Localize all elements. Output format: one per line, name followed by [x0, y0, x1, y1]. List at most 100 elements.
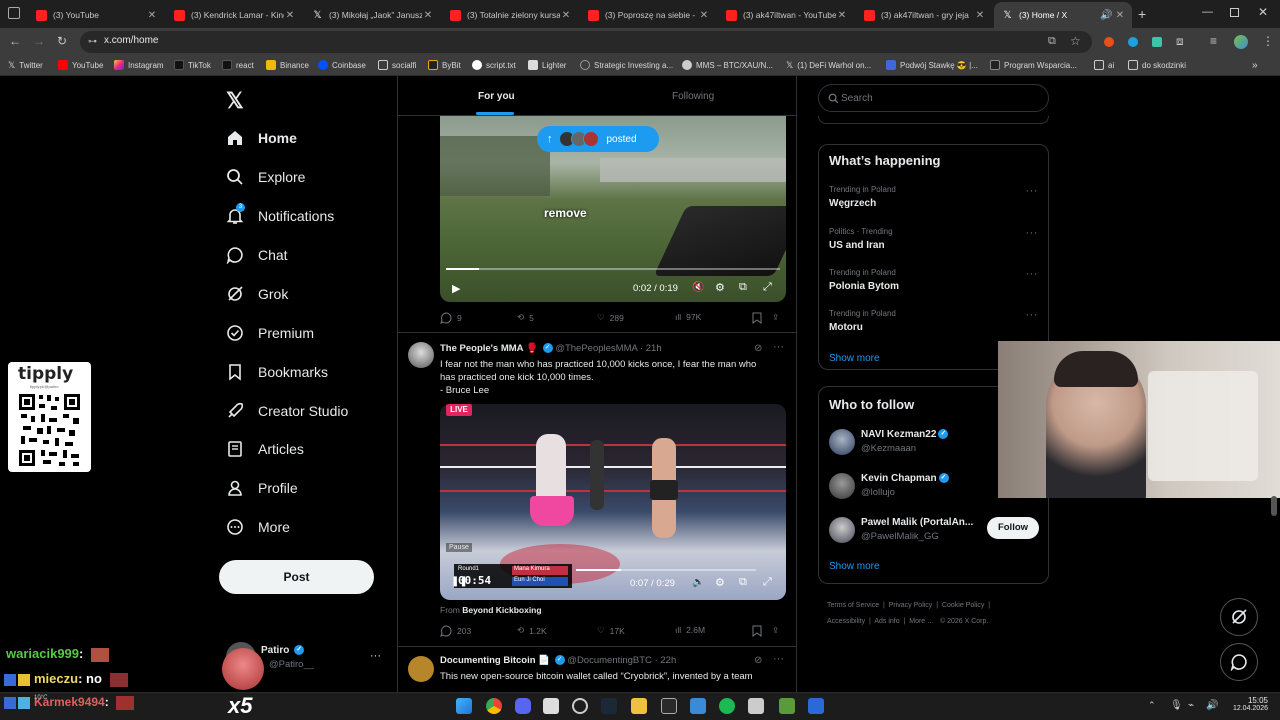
spotify-icon[interactable]	[719, 698, 735, 714]
minimize-icon[interactable]: —	[1202, 6, 1213, 18]
grok-floating-button[interactable]	[1220, 598, 1258, 636]
back-icon[interactable]: ←	[9, 34, 21, 48]
mute-icon[interactable]: 🔇	[692, 282, 704, 293]
bookmark-item[interactable]: Binance	[266, 60, 309, 70]
video-progress-track[interactable]	[576, 569, 756, 571]
bookmark-item[interactable]: ByBit	[428, 60, 461, 70]
window-close-icon[interactable]: ✕	[1258, 5, 1268, 19]
views-button[interactable]: ıll 97K	[675, 312, 701, 322]
browser-tab[interactable]: (3) Kendrick Lamar - King ✕	[166, 4, 302, 26]
show-more-link[interactable]: Show more	[829, 561, 880, 572]
search-box[interactable]: Search	[818, 84, 1049, 112]
tab-for-you[interactable]: For you	[478, 91, 515, 102]
close-icon[interactable]: ✕	[698, 10, 710, 21]
app-icon[interactable]	[690, 698, 706, 714]
chat-floating-button[interactable]	[1220, 643, 1258, 681]
steam-icon[interactable]	[601, 698, 617, 714]
new-posts-pill[interactable]: ↑ posted	[537, 126, 659, 152]
post-button[interactable]: Post	[219, 560, 374, 594]
bookmark-star-icon[interactable]: ☆	[1070, 34, 1081, 48]
browser-tab[interactable]: (3) ak47iltwan - YouTube ✕	[718, 4, 854, 26]
tweet-video-player[interactable]: LIVE Pause Round1 00:54 Mana Kimura Eun …	[440, 404, 786, 600]
tweet-more-icon[interactable]: ···	[773, 341, 784, 353]
bookmark-button[interactable]	[752, 625, 767, 637]
footer-link[interactable]: Terms of Service	[827, 602, 879, 609]
settings-gear-icon[interactable]: ⚙	[715, 281, 725, 294]
discord-icon[interactable]	[515, 698, 531, 714]
tweet-author-name[interactable]: The People's MMA	[440, 343, 524, 354]
repost-button[interactable]: ⟲ 5	[517, 312, 534, 323]
nav-profile[interactable]: Profile	[226, 475, 298, 501]
extensions-puzzle-icon[interactable]: ⧈	[1176, 34, 1184, 48]
follow-button[interactable]: Follow	[987, 517, 1039, 539]
nav-more[interactable]: More	[226, 514, 290, 540]
bookmark-item[interactable]: Podwój Stawkę 😎 |...	[886, 60, 978, 70]
footer-link[interactable]: More …	[909, 618, 934, 625]
close-icon[interactable]: ✕	[284, 10, 296, 21]
forward-icon[interactable]: →	[33, 34, 45, 48]
menu-icon[interactable]: ⋮	[1262, 34, 1274, 48]
play-icon[interactable]: ▶	[452, 282, 460, 295]
volume-icon[interactable]: 🔈	[692, 577, 704, 588]
trend-more-icon[interactable]: ···	[1026, 268, 1039, 280]
source-link[interactable]: Beyond Kickboxing	[462, 605, 541, 615]
trend-item[interactable]: Politics · Trending US and Iran ···	[819, 225, 1048, 265]
reply-button[interactable]: 9	[440, 312, 462, 324]
nav-home[interactable]: Home	[226, 125, 297, 151]
nav-articles[interactable]: Articles	[226, 436, 304, 462]
tweet-more-icon[interactable]: ···	[773, 653, 784, 665]
network-icon[interactable]: ⌁	[1188, 700, 1194, 711]
volume-icon[interactable]: 🔊	[1206, 700, 1218, 711]
trend-item[interactable]: Trending in Poland Polonia Bytom ···	[819, 266, 1048, 306]
browser-tab[interactable]: 𝕏 (3) Mikołaj „Jaok” Janusz ✕	[304, 4, 440, 26]
chrome-icon[interactable]	[486, 698, 502, 714]
tab-following[interactable]: Following	[672, 91, 714, 102]
browser-tab-active[interactable]: 𝕏 (3) Home / X 🔊 ✕	[994, 2, 1132, 28]
app-icon[interactable]	[543, 698, 559, 714]
follow-suggestion[interactable]: Pawel Malik (PortalAn... @PawelMalik_GG …	[819, 513, 1048, 553]
tweet-timestamp[interactable]: 21h	[646, 343, 662, 354]
tweet-author-handle[interactable]: @ThePeoplesMMA	[555, 343, 637, 354]
extension-icon[interactable]	[1128, 37, 1138, 47]
bookmark-item[interactable]: Program Wsparcia...	[990, 60, 1077, 70]
trend-more-icon[interactable]: ···	[1026, 227, 1039, 239]
trend-item[interactable]: Trending in Poland Węgrzech ···	[819, 183, 1048, 223]
footer-link[interactable]: Accessibility	[827, 618, 865, 625]
nav-bookmarks[interactable]: Bookmarks	[226, 359, 328, 385]
install-icon[interactable]: ⧉	[1048, 35, 1056, 48]
speaker-icon[interactable]: 🔊	[1100, 10, 1112, 21]
grok-tweet-icon[interactable]: ⊘	[754, 655, 762, 666]
bookmark-item[interactable]: MMS – BTC/XAU/N...	[682, 60, 773, 70]
bookmark-item[interactable]: TikTok	[174, 60, 211, 70]
tweet-author-name[interactable]: Documenting Bitcoin	[440, 655, 536, 666]
tab-search-icon[interactable]	[8, 7, 20, 19]
browser-tab[interactable]: (3) ak47iltwan - gry jeja ✕	[856, 4, 992, 26]
fullscreen-icon[interactable]: ⤢	[763, 576, 772, 589]
browser-tab[interactable]: (3) Totalnie zielony kursan ✕	[442, 4, 578, 26]
nav-chat[interactable]: Chat	[226, 242, 288, 268]
more-bookmarks-icon[interactable]: »	[1252, 60, 1258, 71]
trend-more-icon[interactable]: ···	[1026, 185, 1039, 197]
bookmark-folder[interactable]: do skodzinki	[1128, 60, 1186, 70]
bookmark-item[interactable]: 𝕏 Twitter	[8, 60, 43, 71]
bookmark-item[interactable]: Coinbase	[318, 60, 366, 70]
close-icon[interactable]: ✕	[836, 10, 848, 21]
close-icon[interactable]: ✕	[146, 10, 158, 21]
windows-start-icon[interactable]	[456, 698, 472, 714]
app-icon[interactable]	[779, 698, 795, 714]
bookmark-item[interactable]: Instagram	[114, 60, 164, 70]
close-icon[interactable]: ✕	[1114, 10, 1126, 21]
settings-gear-icon[interactable]: ⚙	[715, 576, 725, 589]
account-more-icon[interactable]: ···	[370, 650, 381, 662]
repost-button[interactable]: ⟲ 1.2K	[517, 625, 547, 636]
extension-icon[interactable]	[1152, 37, 1162, 47]
browser-tab[interactable]: (3) YouTube ✕	[28, 4, 164, 26]
obs-icon[interactable]	[572, 698, 588, 714]
address-bar[interactable]: ⊶ x.com/home ⧉ ☆	[80, 31, 1092, 53]
footer-link[interactable]: Privacy Policy	[889, 602, 933, 609]
reload-icon[interactable]: ↻	[57, 34, 67, 48]
close-icon[interactable]: ✕	[422, 10, 434, 21]
account-name[interactable]: Patiro ✓	[261, 645, 305, 656]
footer-link[interactable]: Ads info	[874, 618, 899, 625]
bookmark-item[interactable]: react	[222, 60, 254, 70]
